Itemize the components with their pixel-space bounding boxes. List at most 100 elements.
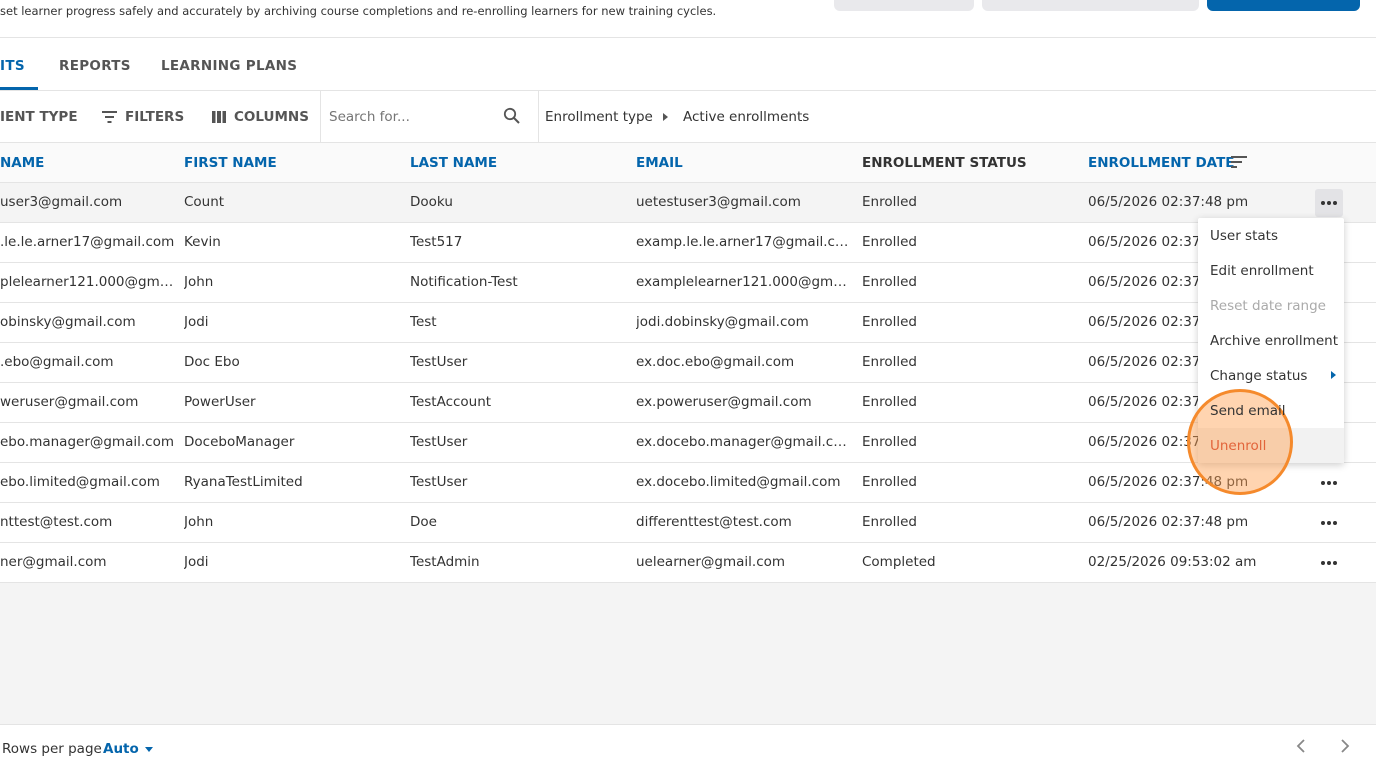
cell-email: uetestuser3@gmail.com (636, 194, 801, 210)
cell-first-name: Doc Ebo (184, 354, 240, 370)
sort-icon[interactable] (1231, 156, 1247, 168)
chevron-right-icon[interactable] (1339, 739, 1351, 753)
header-button-2[interactable] (982, 0, 1199, 11)
table-toolbar: IENT TYPE FILTERS COLUMNS Enrollment typ… (0, 91, 1376, 143)
menu-item-archive-enrollment[interactable]: Archive enrollment (1210, 333, 1338, 349)
breadcrumb-enrollment-type[interactable]: Enrollment type (545, 109, 653, 125)
search-icon[interactable] (503, 107, 521, 125)
table-row[interactable]: ebo.limited@gmail.com RyanaTestLimited T… (0, 463, 1376, 503)
cell-enrollment-date: 02/25/2026 09:53:02 am (1088, 554, 1257, 570)
cell-enrollment-status: Completed (862, 554, 936, 570)
search-input[interactable] (329, 109, 489, 125)
cell-first-name: Count (184, 194, 225, 210)
columns-button[interactable]: COLUMNS (212, 109, 309, 125)
tab-enrollments[interactable]: ITS (0, 58, 25, 74)
cell-last-name: Test (410, 314, 437, 330)
cell-name: user3@gmail.com (0, 194, 123, 210)
rows-per-page-select[interactable]: Auto (103, 741, 153, 757)
cell-enrollment-status: Enrolled (862, 474, 917, 490)
column-header-name[interactable]: NAME (0, 155, 44, 171)
cell-first-name: John (184, 514, 214, 530)
cell-email: ex.docebo.manager@gmail.com (636, 434, 854, 450)
filter-icon (102, 111, 117, 123)
cell-name: plelearner121.000@gmail.com (0, 274, 178, 290)
column-header-first-name[interactable]: FIRST NAME (184, 155, 277, 171)
cell-enrollment-date: 06/5/2026 02:37:48 pm (1088, 514, 1249, 530)
cell-enrollment-date: 06/5/2026 02:37:48 pm (1088, 194, 1249, 210)
table-row[interactable]: nttest@test.com John Doe differenttest@t… (0, 503, 1376, 543)
tab-bar: ITS REPORTS LEARNING PLANS (0, 38, 1376, 91)
cell-email: ex.poweruser@gmail.com (636, 394, 812, 410)
column-header-last-name[interactable]: LAST NAME (410, 155, 497, 171)
column-header-enrollment-status: ENROLLMENT STATUS (862, 155, 1027, 171)
cell-last-name: Notification-Test (410, 274, 518, 290)
tab-reports[interactable]: REPORTS (59, 58, 131, 74)
menu-item-reset-date-range: Reset date range (1210, 298, 1326, 314)
cell-first-name: DoceboManager (184, 434, 295, 450)
table-footer: Rows per page Auto (0, 724, 1376, 770)
more-options-icon[interactable] (1315, 549, 1343, 577)
cell-enrollment-status: Enrolled (862, 274, 917, 290)
toolbar-divider (320, 91, 321, 143)
cell-last-name: TestAccount (410, 394, 492, 410)
table-row[interactable]: user3@gmail.com Count Dooku uetestuser3@… (0, 183, 1376, 223)
cell-enrollment-status: Enrolled (862, 434, 917, 450)
cell-name: weruser@gmail.com (0, 394, 139, 410)
more-options-icon[interactable] (1315, 509, 1343, 537)
cell-enrollment-status: Enrolled (862, 314, 917, 330)
menu-item-unenroll[interactable]: Unenroll (1210, 438, 1266, 454)
cell-name: .ebo@gmail.com (0, 354, 114, 370)
cell-last-name: TestUser (410, 434, 468, 450)
cell-first-name: Jodi (184, 314, 209, 330)
breadcrumb-arrow-icon (663, 113, 668, 121)
cell-name: obinsky@gmail.com (0, 314, 136, 330)
cell-name: ebo.limited@gmail.com (0, 474, 160, 490)
cell-email: differenttest@test.com (636, 514, 792, 530)
cell-enrollment-status: Enrolled (862, 514, 917, 530)
tab-learning-plans[interactable]: LEARNING PLANS (161, 58, 297, 74)
rows-per-page-value: Auto (103, 741, 139, 757)
cell-last-name: TestAdmin (410, 554, 480, 570)
enrollment-type-button[interactable]: IENT TYPE (0, 109, 78, 125)
chevron-left-icon[interactable] (1295, 739, 1307, 753)
rows-per-page-label: Rows per page (2, 741, 102, 757)
menu-item-change-status[interactable]: Change status (1210, 368, 1307, 384)
cell-first-name: RyanaTestLimited (184, 474, 303, 490)
header-button-1[interactable] (834, 0, 974, 11)
filters-label: FILTERS (125, 109, 185, 125)
cell-email: ex.doc.ebo@gmail.com (636, 354, 795, 370)
submenu-arrow-icon (1331, 371, 1336, 379)
column-header-email[interactable]: EMAIL (636, 155, 683, 171)
table-header: NAME FIRST NAME LAST NAME EMAIL ENROLLME… (0, 143, 1376, 183)
menu-item-send-email[interactable]: Send email (1210, 403, 1286, 419)
enrollment-type-label: IENT TYPE (0, 109, 78, 125)
table-empty-area (0, 583, 1376, 724)
cell-email: examplelearner121.000@gmail.com (636, 274, 854, 290)
cell-last-name: TestUser (410, 354, 468, 370)
cell-email: uelearner@gmail.com (636, 554, 786, 570)
cell-enrollment-status: Enrolled (862, 394, 917, 410)
table-row[interactable]: .ebo@gmail.com Doc Ebo TestUser ex.doc.e… (0, 343, 1376, 383)
table-row[interactable]: weruser@gmail.com PowerUser TestAccount … (0, 383, 1376, 423)
more-options-icon[interactable] (1315, 469, 1343, 497)
page-description: set learner progress safely and accurate… (0, 4, 717, 18)
more-options-icon[interactable] (1315, 189, 1343, 217)
cell-enrollment-status: Enrolled (862, 194, 917, 210)
menu-item-edit-enrollment[interactable]: Edit enrollment (1210, 263, 1314, 279)
menu-item-user-stats[interactable]: User stats (1210, 228, 1278, 244)
cell-email: ex.docebo.limited@gmail.com (636, 474, 841, 490)
table-row[interactable]: ebo.manager@gmail.com DoceboManager Test… (0, 423, 1376, 463)
table-row[interactable]: plelearner121.000@gmail.com John Notific… (0, 263, 1376, 303)
cell-last-name: Test517 (410, 234, 463, 250)
cell-enrollment-status: Enrolled (862, 234, 917, 250)
table-row[interactable]: obinsky@gmail.com Jodi Test jodi.dobinsk… (0, 303, 1376, 343)
column-header-enrollment-date[interactable]: ENROLLMENT DATE (1088, 155, 1235, 171)
cell-enrollment-status: Enrolled (862, 354, 917, 370)
cell-last-name: Dooku (410, 194, 453, 210)
filters-button[interactable]: FILTERS (102, 109, 184, 125)
table-row[interactable]: .le.le.arner17@gmail.com Kevin Test517 e… (0, 223, 1376, 263)
header-primary-button[interactable] (1207, 0, 1360, 11)
cell-first-name: Kevin (184, 234, 221, 250)
cell-first-name: John (184, 274, 214, 290)
table-row[interactable]: ner@gmail.com Jodi TestAdmin uelearner@g… (0, 543, 1376, 583)
